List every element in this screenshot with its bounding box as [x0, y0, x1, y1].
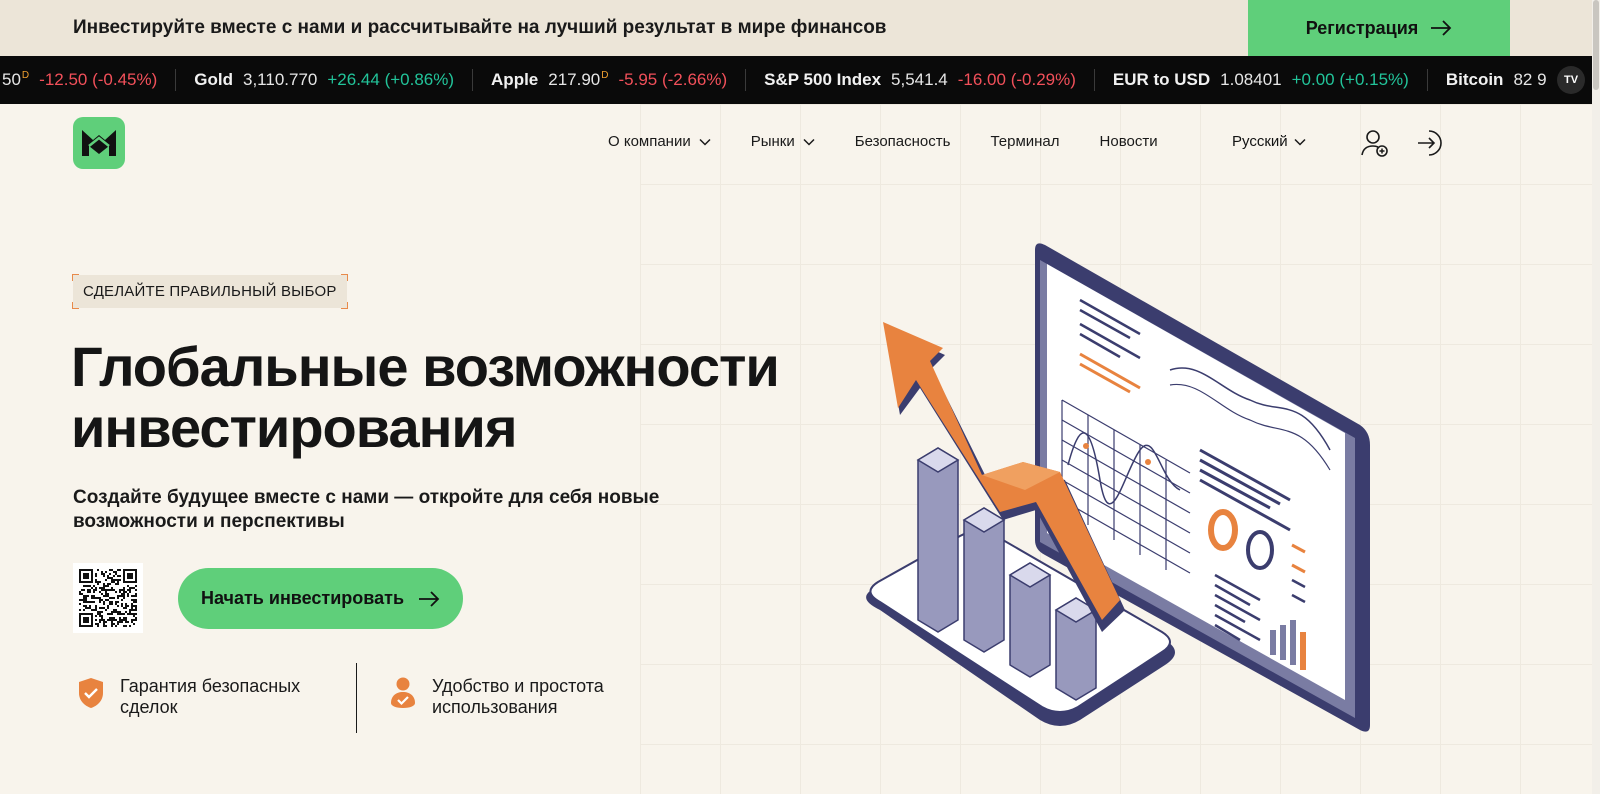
investment-illustration	[866, 243, 1370, 732]
ticker-item-price: 5,541.4	[891, 70, 948, 89]
feature-secure-deals: Гарантия безопасных сделок	[76, 676, 336, 718]
nav-news-label: Новости	[1099, 133, 1158, 150]
ticker-item-change: +26.44 (+0.86%)	[327, 70, 455, 89]
promo-text: Инвестируйте вместе с нами и рассчитывай…	[73, 17, 887, 38]
nav-terminal[interactable]: Терминал	[990, 133, 1059, 150]
nav-security[interactable]: Безопасность	[855, 133, 951, 150]
ticker-item[interactable]: Bitcoin 82 9	[1428, 69, 1565, 91]
ticker-item-price: 3,110.770	[243, 70, 318, 89]
ticker-item-price: 217.90D	[548, 70, 609, 89]
ticker-item-change: -12.50 (-0.45%)	[39, 70, 158, 89]
ticker-item-price: 50D	[2, 70, 30, 89]
nav-terminal-label: Терминал	[990, 133, 1060, 150]
language-label: Русский	[1232, 133, 1288, 150]
ticker-delayed-flag: D	[21, 70, 30, 82]
scrollbar-thumb[interactable]	[1593, 0, 1599, 90]
qr-code[interactable]	[73, 563, 143, 633]
qr-code-image	[79, 569, 137, 627]
ticker-item-change: -16.00 (-0.29%)	[957, 70, 1076, 89]
ticker-item-name: S&P 500 Index	[764, 70, 882, 89]
arrow-right-icon	[1431, 20, 1452, 36]
hero-badge: СДЕЛАЙТЕ ПРАВИЛЬНЫЙ ВЫБОР	[72, 274, 348, 309]
ticker-item-change: -5.95 (-2.66%)	[618, 70, 728, 89]
hero-title-line1: Глобальные возможности	[71, 335, 780, 398]
hero-title-line2: инвестирования	[71, 396, 518, 459]
user-check-icon	[391, 677, 415, 708]
nav-markets-label: Рынки	[750, 133, 795, 150]
hero-badge-label: СДЕЛАЙТЕ ПРАВИЛЬНЫЙ ВЫБОР	[83, 283, 337, 300]
ticker-item-change: +0.00 (+0.15%)	[1291, 70, 1409, 89]
ticker-item-price: 1.08401	[1220, 70, 1282, 89]
ticker-item[interactable]: EUR to USD 1.08401 +0.00 (+0.15%)	[1095, 69, 1428, 91]
ticker-track: 50D -12.50 (-0.45%) Gold 3,110.770 +26.44 (+…	[0, 56, 1565, 104]
ticker-item[interactable]: 50D -12.50 (-0.45%)	[0, 69, 177, 91]
ticker-item[interactable]: Gold 3,110.770 +26.44 (+0.86%)	[176, 69, 474, 91]
ticker-item-name: EUR to USD	[1112, 70, 1211, 89]
feature-secure-deals-text: Гарантия безопасных сделок	[120, 676, 301, 717]
hero-title: Глобальные возможности инвестирования	[71, 336, 791, 458]
ticker-item[interactable]: Apple 217.90D -5.95 (-2.66%)	[473, 69, 747, 91]
nav-news[interactable]: Новости	[1100, 133, 1158, 150]
register-user-icon[interactable]	[1360, 128, 1390, 158]
nav-about-label: О компании	[608, 133, 691, 150]
start-investing-button[interactable]: Начать инвестировать	[178, 568, 463, 629]
chevron-down-icon	[1294, 138, 1306, 146]
ticker-item-price: 82 9	[1513, 70, 1547, 89]
promo-bar: Инвестируйте вместе с нами и рассчитывай…	[0, 0, 1600, 56]
chevron-down-icon	[699, 138, 711, 146]
logo-mark-icon	[82, 130, 116, 156]
ticker-item-name: Apple	[491, 70, 539, 89]
main-nav: О компании Рынки Безопасность Терминал Н…	[608, 133, 1198, 150]
register-button[interactable]: Регистрация	[1248, 0, 1510, 56]
login-icon[interactable]	[1416, 128, 1446, 158]
ticker-delayed-flag: D	[601, 70, 609, 82]
language-selector[interactable]: Русский	[1232, 133, 1306, 150]
register-button-label: Регистрация	[1305, 17, 1419, 38]
tradingview-logo-icon[interactable]: TV	[1557, 66, 1585, 94]
shield-check-icon	[79, 678, 103, 708]
feature-ease-of-use: Удобство и простота использования	[388, 676, 648, 718]
scrollbar[interactable]	[1592, 0, 1600, 794]
nav-security-label: Безопасность	[854, 133, 951, 150]
nav-about[interactable]: О компании	[608, 133, 711, 150]
chevron-down-icon	[803, 138, 815, 146]
nav-markets[interactable]: Рынки	[751, 133, 815, 150]
ticker-item[interactable]: S&P 500 Index 5,541.4 -16.00 (-0.29%)	[746, 69, 1095, 91]
site-logo[interactable]	[73, 117, 125, 169]
ticker-item-name: Bitcoin	[1445, 70, 1504, 89]
start-investing-label: Начать инвестировать	[200, 588, 405, 608]
feature-ease-of-use-text: Удобство и простота использования	[432, 676, 604, 717]
arrow-right-icon	[419, 590, 440, 607]
ticker-item-name: Gold	[194, 70, 233, 89]
ticker-tape[interactable]: 50D -12.50 (-0.45%) Gold 3,110.770 +26.44 (+…	[0, 56, 1600, 104]
feature-divider	[356, 663, 357, 733]
hero-subtitle: Создайте будущее вместе с нами — откройт…	[73, 487, 660, 532]
